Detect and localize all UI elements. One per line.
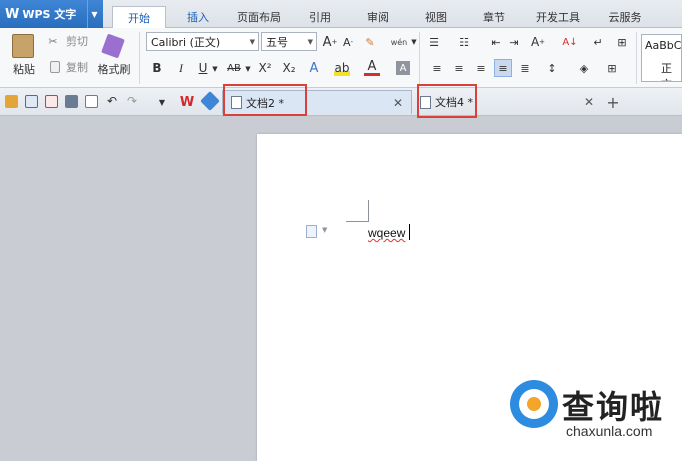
tab-references[interactable]: 引用 <box>296 6 344 28</box>
customize-toolbar-icon[interactable]: ▼ <box>156 96 168 108</box>
wps-home-icon[interactable]: W <box>178 93 196 111</box>
underline-button[interactable]: U <box>196 60 210 76</box>
new-tab-icon[interactable]: + <box>605 93 621 112</box>
app-title: WPS 文字 <box>22 8 77 21</box>
divider <box>636 32 637 84</box>
strikethrough-button[interactable]: AB <box>224 60 244 76</box>
redo-icon[interactable]: ↷ <box>125 94 139 108</box>
watermark-logo-dot <box>527 397 541 411</box>
paste-icon[interactable] <box>12 34 34 58</box>
tab-insert[interactable]: 插入 <box>172 6 224 28</box>
menu-tab-bar: W WPS 文字 ▼ 开始 插入 页面布局 引用 审阅 视图 章节 开发工具 云… <box>0 0 682 28</box>
text-effect-icon[interactable]: A <box>306 60 322 76</box>
font-name-value: Calibri (正文) <box>151 35 221 49</box>
shrink-font-icon[interactable]: A- <box>341 34 355 50</box>
copy-button[interactable]: 复制 <box>62 60 92 74</box>
paragraph-layout-icon[interactable] <box>306 225 317 238</box>
format-painter-icon <box>101 33 125 59</box>
ribbon: 粘贴 ✂ 剪切 复制 格式刷 Calibri (正文) ▼ 五号 ▼ A + A-… <box>0 28 682 88</box>
shading-fill-icon[interactable]: ◈ <box>576 60 592 76</box>
distribute-icon[interactable]: ≣ <box>518 60 532 76</box>
decrease-indent-icon[interactable]: ⇤ <box>488 34 504 50</box>
justify-icon[interactable]: ≡ <box>494 59 512 77</box>
paste-button[interactable]: 粘贴 <box>6 62 42 76</box>
increase-indent-icon[interactable]: ⇥ <box>506 34 522 50</box>
print-preview-icon[interactable] <box>85 95 98 108</box>
clear-format-icon[interactable]: ✎ <box>362 34 378 50</box>
align-left-icon[interactable]: ≡ <box>430 60 444 76</box>
bold-button[interactable]: B <box>150 60 164 76</box>
copy-icon <box>50 61 60 73</box>
watermark-logo-icon <box>510 380 558 428</box>
watermark-brand: 查询啦 <box>562 388 665 426</box>
tab-cloud[interactable]: 云服务 <box>596 6 654 28</box>
highlight-box-doc2 <box>223 84 307 116</box>
font-name-select[interactable]: Calibri (正文) ▼ <box>146 32 259 51</box>
subscript-button[interactable]: X₂ <box>280 60 298 76</box>
print-icon[interactable] <box>65 95 78 108</box>
save-icon[interactable] <box>25 95 38 108</box>
close-icon[interactable]: ✕ <box>584 95 594 109</box>
chevron-down-icon[interactable]: ▼ <box>244 63 252 75</box>
phonetic-guide-icon[interactable]: wén <box>388 34 410 50</box>
tab-sections[interactable]: 章节 <box>470 6 518 28</box>
close-icon[interactable]: ✕ <box>393 96 403 110</box>
export-pdf-icon[interactable] <box>45 95 58 108</box>
watermark-url: chaxunla.com <box>566 423 653 439</box>
font-size-select[interactable]: 五号 ▼ <box>261 32 317 51</box>
app-menu-button[interactable]: W WPS 文字 ▼ <box>0 0 103 28</box>
margin-corner-mark <box>346 221 369 222</box>
char-shading-icon[interactable]: A <box>396 61 410 75</box>
change-case-icon[interactable]: A + <box>530 34 546 50</box>
format-painter-button[interactable]: 格式刷 <box>95 62 133 76</box>
grow-font-icon[interactable]: A + <box>322 34 338 50</box>
chevron-down-icon[interactable]: ▼ <box>211 63 219 75</box>
chevron-down-icon: ▼ <box>307 37 313 46</box>
borders-icon[interactable]: ⊞ <box>604 60 620 76</box>
highlight-box-doc4 <box>417 84 477 118</box>
sort-icon[interactable]: A↓ <box>562 34 578 50</box>
chevron-down-icon: ▼ <box>249 37 255 46</box>
divider <box>139 32 140 84</box>
highlight-icon[interactable]: ab <box>334 60 350 76</box>
font-color-icon[interactable]: A <box>364 59 380 76</box>
chevron-down-icon[interactable]: ▼ <box>410 36 418 48</box>
align-right-icon[interactable]: ≡ <box>474 60 488 76</box>
scissors-icon: ✂ <box>48 34 58 48</box>
style-name: 正文 <box>661 62 672 81</box>
superscript-button[interactable]: X² <box>256 60 274 76</box>
tab-home[interactable]: 开始 <box>112 6 166 28</box>
open-folder-icon[interactable] <box>5 95 18 108</box>
style-gallery-normal[interactable]: AaBbC 正文 <box>641 34 682 82</box>
tab-review[interactable]: 审阅 <box>354 6 402 28</box>
document-text[interactable]: wqeew <box>368 226 405 240</box>
align-center-icon[interactable]: ≡ <box>452 60 466 76</box>
line-spacing-icon[interactable]: ↕ <box>544 60 560 76</box>
chevron-down-icon[interactable]: ▼ <box>87 0 101 28</box>
undo-icon[interactable]: ↶ <box>105 94 119 108</box>
margin-corner-mark <box>368 200 369 222</box>
cloud-docs-icon[interactable] <box>200 91 220 111</box>
style-preview: AaBbC <box>645 39 682 52</box>
show-marks-icon[interactable]: ↵ <box>590 34 606 50</box>
chevron-down-icon[interactable]: ▼ <box>322 226 327 234</box>
tab-view[interactable]: 视图 <box>412 6 460 28</box>
tab-page-layout[interactable]: 页面布局 <box>228 6 290 28</box>
divider <box>419 32 420 84</box>
bullet-list-icon[interactable]: ☰ <box>426 34 442 50</box>
text-caret <box>409 224 410 240</box>
cut-button[interactable]: 剪切 <box>62 34 92 48</box>
font-size-value: 五号 <box>266 35 288 49</box>
document-tab-bar: ↶ ↷ ▼ W 文档2 * ✕ 文档4 * ✕ + <box>0 88 682 116</box>
wps-logo-icon: W <box>5 6 20 22</box>
table-icon[interactable]: ⊞ <box>614 34 630 50</box>
numbered-list-icon[interactable]: ☷ <box>456 34 472 50</box>
italic-button[interactable]: I <box>174 60 188 76</box>
tab-developer[interactable]: 开发工具 <box>526 6 590 28</box>
